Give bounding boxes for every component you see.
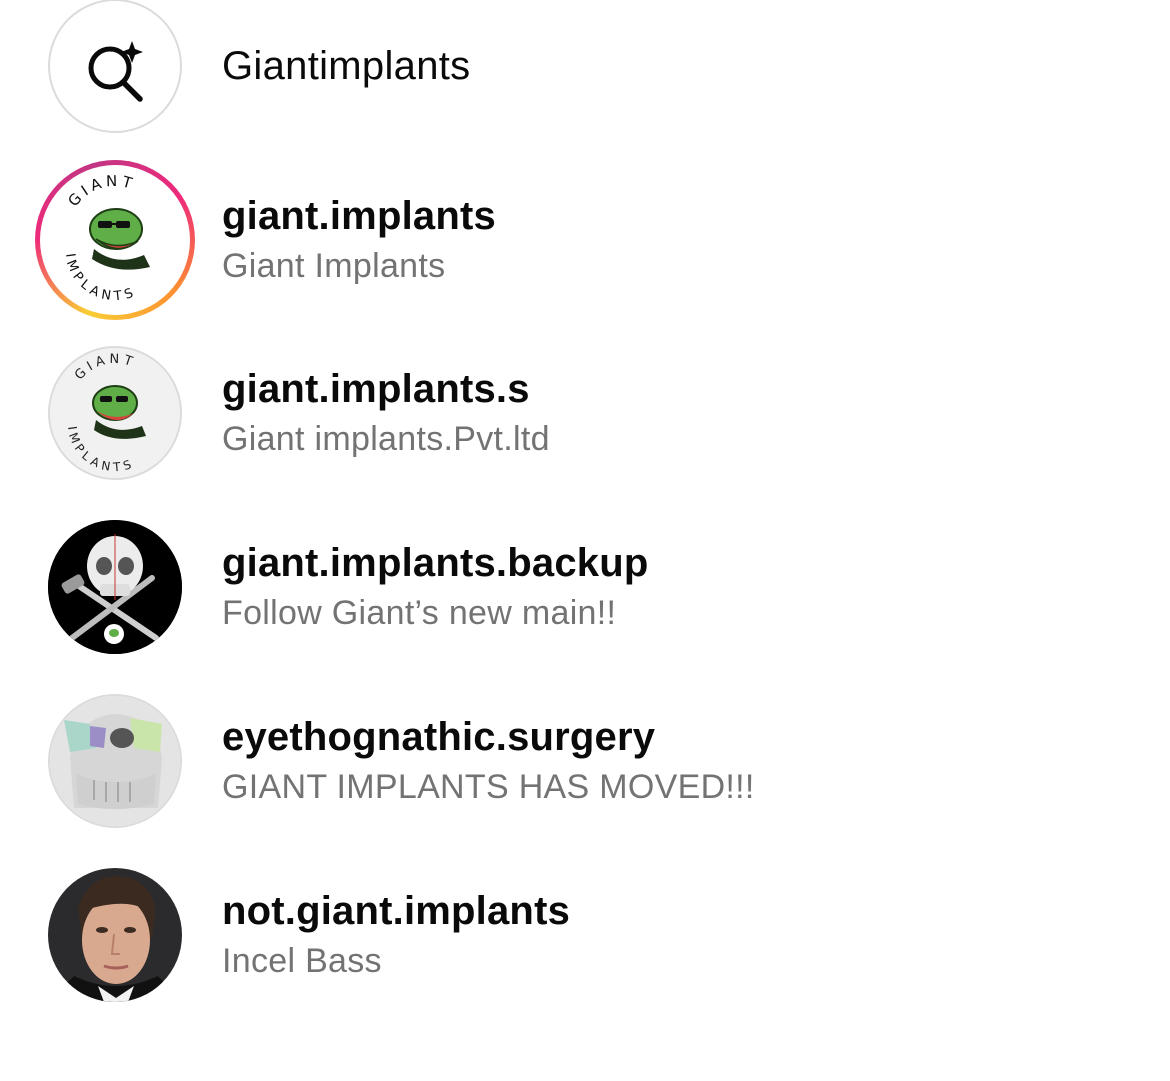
search-result-row[interactable]: not.giant.implants Incel Bass [0, 855, 1170, 1015]
result-text: not.giant.implants Incel Bass [222, 887, 570, 983]
result-text: giant.implants.s Giant implants.Pvt.ltd [222, 365, 550, 461]
search-query-text: Giantimplants [222, 44, 471, 88]
face-photo-icon [48, 868, 182, 1002]
result-username: eyethognathic.surgery [222, 715, 656, 759]
avatar [48, 520, 182, 654]
skull-logo-icon [48, 520, 182, 654]
search-result-row[interactable]: GIANT IMPLANTS giant.implants Giant Impl… [0, 160, 1170, 320]
result-text: giant.implants.backup Follow Giant’s new… [222, 539, 649, 635]
result-fullname: Giant Implants [222, 247, 446, 285]
result-username: giant.implants.backup [222, 541, 649, 585]
result-username: giant.implants.s [222, 367, 530, 411]
avatar: GIANT IMPLANTS [48, 346, 182, 480]
story-ring[interactable]: GIANT IMPLANTS [35, 160, 195, 320]
avatar [48, 694, 182, 828]
result-fullname: Incel Bass [222, 942, 382, 980]
search-result-row[interactable]: giant.implants.backup Follow Giant’s new… [0, 507, 1170, 667]
search-result-row[interactable]: eyethognathic.surgery GIANT IMPLANTS HAS… [0, 681, 1170, 841]
search-result-row[interactable]: GIANT IMPLANTS giant.implants.s Giant im… [0, 333, 1170, 493]
result-fullname: Giant implants.Pvt.ltd [222, 420, 550, 458]
avatar: GIANT IMPLANTS [46, 171, 184, 309]
result-fullname: Follow Giant’s new main!! [222, 594, 617, 632]
ai-search-sparkle-icon [88, 41, 143, 102]
avatar [48, 868, 182, 1002]
search-icon-circle [48, 0, 182, 133]
pepe-logo-icon: GIANT IMPLANTS [50, 348, 180, 478]
pepe-logo-icon: GIANT IMPLANTS [46, 171, 184, 309]
result-text: eyethognathic.surgery GIANT IMPLANTS HAS… [222, 713, 755, 809]
result-username: giant.implants [222, 194, 496, 238]
skull-render-icon [50, 696, 180, 826]
result-text: giant.implants Giant Implants [222, 192, 496, 288]
result-fullname: GIANT IMPLANTS HAS MOVED!!! [222, 768, 755, 806]
search-results-list: Giantimplants GIANT IMPLANTS giant.impla… [0, 0, 1170, 1081]
result-username: not.giant.implants [222, 889, 571, 933]
search-suggestion-row[interactable]: Giantimplants [0, 0, 1170, 146]
